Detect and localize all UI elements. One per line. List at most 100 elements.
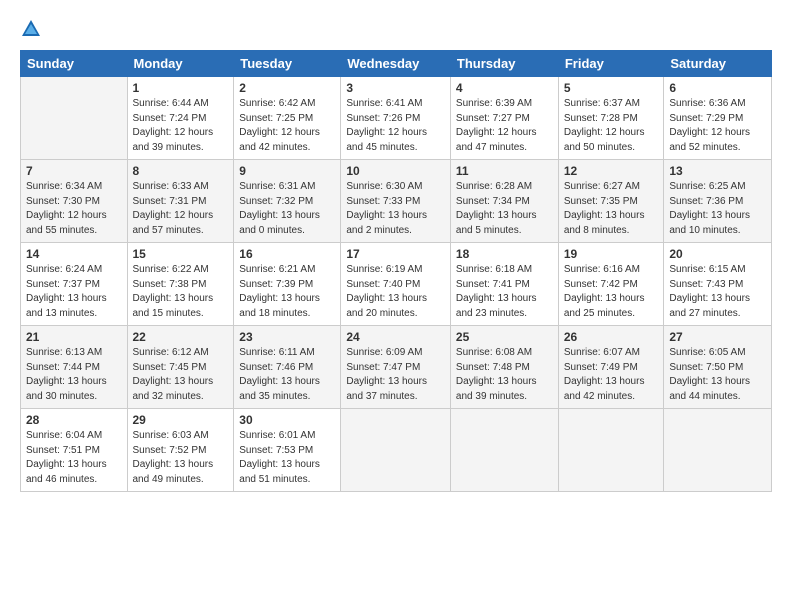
day-number: 12 [564,164,659,178]
day-info: Sunrise: 6:24 AM Sunset: 7:37 PM Dayligh… [26,263,122,321]
day-number: 24 [346,330,445,344]
day-info: Sunrise: 6:27 AM Sunset: 7:35 PM Dayligh… [564,180,659,238]
calendar-cell: 13 Sunrise: 6:25 AM Sunset: 7:36 PM Dayli… [664,160,772,243]
day-number: 14 [26,247,122,261]
day-number: 13 [669,164,766,178]
day-number: 8 [133,164,229,178]
calendar-cell: 8 Sunrise: 6:33 AM Sunset: 7:31 PM Daylig… [127,160,234,243]
day-info: Sunrise: 6:22 AM Sunset: 7:38 PM Dayligh… [133,263,229,321]
day-info: Sunrise: 6:42 AM Sunset: 7:25 PM Dayligh… [239,97,335,155]
calendar-cell: 29 Sunrise: 6:03 AM Sunset: 7:52 PM Dayli… [127,409,234,492]
col-header-thursday: Thursday [450,51,558,77]
day-number: 30 [239,413,335,427]
calendar-week-5: 28 Sunrise: 6:04 AM Sunset: 7:51 PM Dayli… [21,409,772,492]
calendar-cell [21,77,128,160]
col-header-monday: Monday [127,51,234,77]
calendar-cell [664,409,772,492]
day-number: 22 [133,330,229,344]
day-number: 23 [239,330,335,344]
calendar-cell: 27Sunrise: 6:05 AM Sunset: 7:50 PM Dayli… [664,326,772,409]
day-info: Sunrise: 6:05 AM Sunset: 7:50 PM Dayligh… [669,346,766,404]
day-info: Sunrise: 6:15 AM Sunset: 7:43 PM Dayligh… [669,263,766,321]
calendar-cell: 23 Sunrise: 6:11 AM Sunset: 7:46 PM Dayli… [234,326,341,409]
day-number: 25 [456,330,553,344]
day-number: 7 [26,164,122,178]
calendar-cell: 19Sunrise: 6:16 AM Sunset: 7:42 PM Dayli… [558,243,664,326]
day-number: 20 [669,247,766,261]
day-info: Sunrise: 6:31 AM Sunset: 7:32 PM Dayligh… [239,180,335,238]
day-number: 18 [456,247,553,261]
day-info: Sunrise: 6:01 AM Sunset: 7:53 PM Dayligh… [239,429,335,487]
calendar-table: SundayMondayTuesdayWednesdayThursdayFrid… [20,50,772,492]
day-info: Sunrise: 6:41 AM Sunset: 7:26 PM Dayligh… [346,97,445,155]
calendar-cell: 5 Sunrise: 6:37 AM Sunset: 7:28 PM Daylig… [558,77,664,160]
day-info: Sunrise: 6:33 AM Sunset: 7:31 PM Dayligh… [133,180,229,238]
day-info: Sunrise: 6:36 AM Sunset: 7:29 PM Dayligh… [669,97,766,155]
calendar-header-row: SundayMondayTuesdayWednesdayThursdayFrid… [21,51,772,77]
day-info: Sunrise: 6:25 AM Sunset: 7:36 PM Dayligh… [669,180,766,238]
day-info: Sunrise: 6:18 AM Sunset: 7:41 PM Dayligh… [456,263,553,321]
day-info: Sunrise: 6:07 AM Sunset: 7:49 PM Dayligh… [564,346,659,404]
calendar-cell: 3 Sunrise: 6:41 AM Sunset: 7:26 PM Daylig… [341,77,451,160]
calendar-cell: 21Sunrise: 6:13 AM Sunset: 7:44 PM Dayli… [21,326,128,409]
calendar-cell: 22 Sunrise: 6:12 AM Sunset: 7:45 PM Dayli… [127,326,234,409]
calendar-cell: 2 Sunrise: 6:42 AM Sunset: 7:25 PM Daylig… [234,77,341,160]
calendar-cell: 9 Sunrise: 6:31 AM Sunset: 7:32 PM Daylig… [234,160,341,243]
day-info: Sunrise: 6:11 AM Sunset: 7:46 PM Dayligh… [239,346,335,404]
calendar-week-2: 7 Sunrise: 6:34 AM Sunset: 7:30 PM Daylig… [21,160,772,243]
calendar-week-4: 21Sunrise: 6:13 AM Sunset: 7:44 PM Dayli… [21,326,772,409]
calendar-cell: 10Sunrise: 6:30 AM Sunset: 7:33 PM Dayli… [341,160,451,243]
day-number: 6 [669,81,766,95]
col-header-wednesday: Wednesday [341,51,451,77]
calendar-cell: 12 Sunrise: 6:27 AM Sunset: 7:35 PM Dayli… [558,160,664,243]
day-number: 16 [239,247,335,261]
calendar-cell [450,409,558,492]
calendar-week-3: 14 Sunrise: 6:24 AM Sunset: 7:37 PM Dayli… [21,243,772,326]
calendar-cell: 15 Sunrise: 6:22 AM Sunset: 7:38 PM Dayli… [127,243,234,326]
col-header-saturday: Saturday [664,51,772,77]
day-info: Sunrise: 6:12 AM Sunset: 7:45 PM Dayligh… [133,346,229,404]
calendar-cell: 17 Sunrise: 6:19 AM Sunset: 7:40 PM Dayli… [341,243,451,326]
day-info: Sunrise: 6:19 AM Sunset: 7:40 PM Dayligh… [346,263,445,321]
day-info: Sunrise: 6:37 AM Sunset: 7:28 PM Dayligh… [564,97,659,155]
day-number: 2 [239,81,335,95]
calendar-cell [558,409,664,492]
calendar-cell: 30 Sunrise: 6:01 AM Sunset: 7:53 PM Dayli… [234,409,341,492]
day-number: 4 [456,81,553,95]
calendar-cell: 18 Sunrise: 6:18 AM Sunset: 7:41 PM Dayli… [450,243,558,326]
day-number: 10 [346,164,445,178]
logo-icon [20,18,42,40]
day-number: 29 [133,413,229,427]
day-number: 9 [239,164,335,178]
calendar-week-1: 1Sunrise: 6:44 AM Sunset: 7:24 PM Daylig… [21,77,772,160]
day-info: Sunrise: 6:09 AM Sunset: 7:47 PM Dayligh… [346,346,445,404]
calendar-cell: 6 Sunrise: 6:36 AM Sunset: 7:29 PM Daylig… [664,77,772,160]
calendar-cell: 24 Sunrise: 6:09 AM Sunset: 7:47 PM Dayli… [341,326,451,409]
day-info: Sunrise: 6:39 AM Sunset: 7:27 PM Dayligh… [456,97,553,155]
day-info: Sunrise: 6:08 AM Sunset: 7:48 PM Dayligh… [456,346,553,404]
day-number: 11 [456,164,553,178]
day-number: 26 [564,330,659,344]
day-number: 3 [346,81,445,95]
logo [20,18,46,40]
calendar-cell: 28 Sunrise: 6:04 AM Sunset: 7:51 PM Dayli… [21,409,128,492]
col-header-sunday: Sunday [21,51,128,77]
day-number: 5 [564,81,659,95]
day-number: 28 [26,413,122,427]
day-info: Sunrise: 6:44 AM Sunset: 7:24 PM Dayligh… [133,97,229,155]
day-number: 15 [133,247,229,261]
page: SundayMondayTuesdayWednesdayThursdayFrid… [0,0,792,502]
day-info: Sunrise: 6:13 AM Sunset: 7:44 PM Dayligh… [26,346,122,404]
calendar-cell: 11Sunrise: 6:28 AM Sunset: 7:34 PM Dayli… [450,160,558,243]
day-info: Sunrise: 6:34 AM Sunset: 7:30 PM Dayligh… [26,180,122,238]
calendar-cell: 7 Sunrise: 6:34 AM Sunset: 7:30 PM Daylig… [21,160,128,243]
day-info: Sunrise: 6:04 AM Sunset: 7:51 PM Dayligh… [26,429,122,487]
day-number: 17 [346,247,445,261]
calendar-cell: 26 Sunrise: 6:07 AM Sunset: 7:49 PM Dayli… [558,326,664,409]
calendar-cell: 25 Sunrise: 6:08 AM Sunset: 7:48 PM Dayli… [450,326,558,409]
day-info: Sunrise: 6:03 AM Sunset: 7:52 PM Dayligh… [133,429,229,487]
calendar-cell: 4 Sunrise: 6:39 AM Sunset: 7:27 PM Daylig… [450,77,558,160]
header [20,18,772,40]
day-number: 19 [564,247,659,261]
col-header-tuesday: Tuesday [234,51,341,77]
